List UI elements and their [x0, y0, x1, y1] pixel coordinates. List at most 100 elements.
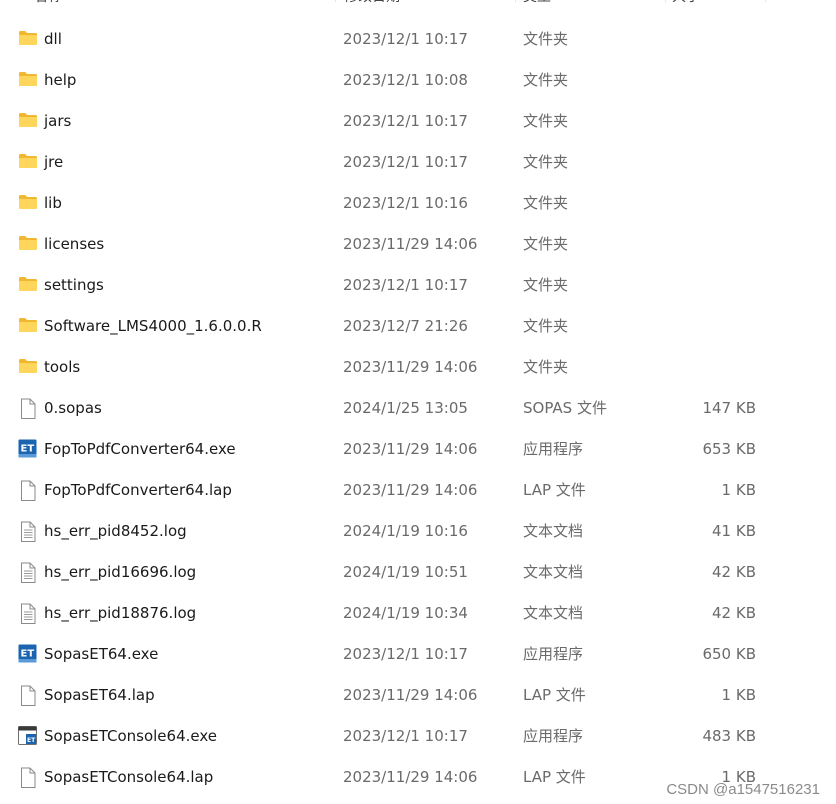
file-name: lib — [44, 194, 62, 212]
file-size: 42 KB — [712, 563, 756, 581]
file-type: LAP 文件 — [523, 686, 586, 704]
file-name: licenses — [44, 235, 105, 253]
file-name: tools — [44, 358, 81, 376]
file-icon — [18, 470, 38, 511]
file-icon — [18, 757, 38, 798]
file-modified-date: 2023/11/29 14:06 — [343, 440, 478, 458]
file-name: SopasETConsole64.lap — [44, 768, 214, 786]
folder-icon — [18, 306, 38, 347]
file-name: SopasETConsole64.exe — [44, 727, 217, 745]
text-file-icon — [18, 511, 38, 552]
folder-icon — [18, 19, 38, 60]
file-modified-date: 2024/1/19 10:51 — [343, 563, 468, 581]
watermark: CSDN @a1547516231 — [666, 781, 820, 798]
text-file-icon — [18, 552, 38, 593]
file-name: hs_err_pid16696.log — [44, 563, 197, 581]
file-row[interactable]: ET FopToPdfConverter64.exe 2023/11/29 14:0… — [0, 429, 836, 470]
file-row[interactable]: FopToPdfConverter64.lap 2023/11/29 14:06 L… — [0, 470, 836, 511]
file-size: 1 KB — [721, 481, 756, 499]
file-type: LAP 文件 — [523, 768, 586, 786]
file-row[interactable]: hs_err_pid8452.log 2024/1/19 10:16 文本文档 41 … — [0, 511, 836, 552]
file-type: 文本文档 — [523, 604, 584, 622]
file-type: 应用程序 — [523, 727, 584, 745]
file-type: SOPAS 文件 — [523, 399, 607, 417]
file-row[interactable]: ET SopasETConsole64.exe 2023/12/1 10:17 应用程… — [0, 716, 836, 757]
file-modified-date: 2023/12/1 10:08 — [343, 71, 468, 89]
file-modified-date: 2023/12/1 10:17 — [343, 276, 468, 294]
file-row[interactable]: hs_err_pid16696.log 2024/1/19 10:51 文本文档 42… — [0, 552, 836, 593]
file-type: 文件夹 — [523, 112, 569, 130]
file-modified-date: 2023/12/1 10:17 — [343, 153, 468, 171]
file-row[interactable]: ET SopasET64.exe 2023/12/1 10:17 应用程序 650 KB — [0, 634, 836, 675]
file-modified-date: 2024/1/19 10:16 — [343, 522, 468, 540]
folder-icon — [18, 183, 38, 224]
file-row[interactable]: 0.sopas 2024/1/25 13:05 SOPAS 文件 147 KB — [0, 388, 836, 429]
file-size: 650 KB — [702, 645, 756, 663]
file-type: 应用程序 — [523, 645, 584, 663]
svg-text:ET: ET — [21, 649, 35, 660]
file-type: 文件夹 — [523, 71, 569, 89]
file-type: 文件夹 — [523, 317, 569, 335]
file-modified-date: 2023/11/29 14:06 — [343, 481, 478, 499]
file-modified-date: 2023/12/7 21:26 — [343, 317, 468, 335]
folder-icon — [18, 142, 38, 183]
column-divider[interactable] — [665, 0, 666, 2]
file-row[interactable]: hs_err_pid18876.log 2024/1/19 10:34 文本文档 42… — [0, 593, 836, 634]
svg-text:ET: ET — [21, 444, 35, 455]
file-modified-date: 2023/11/29 14:06 — [343, 768, 478, 786]
file-icon — [18, 388, 38, 429]
file-modified-date: 2023/12/1 10:17 — [343, 645, 468, 663]
console-app-icon: ET — [18, 716, 38, 757]
folder-icon — [18, 347, 38, 388]
file-modified-date: 2023/11/29 14:06 — [343, 235, 478, 253]
file-type: 文件夹 — [523, 276, 569, 294]
file-type: 文本文档 — [523, 563, 584, 581]
text-file-icon — [18, 593, 38, 634]
column-divider[interactable] — [765, 0, 766, 2]
file-size: 1 KB — [721, 686, 756, 704]
file-size: 483 KB — [702, 727, 756, 745]
file-row[interactable]: jre 2023/12/1 10:17 文件夹 — [0, 142, 836, 183]
column-divider[interactable] — [335, 0, 336, 2]
file-row[interactable]: tools 2023/11/29 14:06 文件夹 — [0, 347, 836, 388]
file-row[interactable]: SopasET64.lap 2023/11/29 14:06 LAP 文件 1 KB — [0, 675, 836, 716]
file-size: 147 KB — [702, 399, 756, 417]
column-modified-header[interactable]: 修改日期 — [344, 0, 400, 12]
file-modified-date: 2024/1/25 13:05 — [343, 399, 468, 417]
folder-icon — [18, 60, 38, 101]
file-row[interactable]: jars 2023/12/1 10:17 文件夹 — [0, 101, 836, 142]
file-name: FopToPdfConverter64.exe — [44, 440, 236, 458]
column-header: 名称 修改日期 类型 大小 — [0, 0, 836, 12]
file-name: SopasET64.exe — [44, 645, 159, 663]
file-name: SopasET64.lap — [44, 686, 155, 704]
file-row[interactable]: dll 2023/12/1 10:17 文件夹 — [0, 19, 836, 60]
file-size: 41 KB — [712, 522, 756, 540]
column-type-header[interactable]: 类型 — [523, 0, 551, 12]
column-name-header[interactable]: 名称 — [34, 0, 62, 12]
file-size: 653 KB — [702, 440, 756, 458]
folder-icon — [18, 265, 38, 306]
file-type: 文件夹 — [523, 358, 569, 376]
file-modified-date: 2023/12/1 10:17 — [343, 727, 468, 745]
file-name: Software_LMS4000_1.6.0.0.R — [44, 317, 262, 335]
file-type: 文件夹 — [523, 30, 569, 48]
file-type: 文件夹 — [523, 235, 569, 253]
file-name: FopToPdfConverter64.lap — [44, 481, 232, 499]
file-type: 文件夹 — [523, 153, 569, 171]
et-app-icon: ET — [18, 634, 38, 675]
folder-icon — [18, 101, 38, 142]
file-type: 文本文档 — [523, 522, 584, 540]
file-modified-date: 2023/11/29 14:06 — [343, 686, 478, 704]
file-row[interactable]: lib 2023/12/1 10:16 文件夹 — [0, 183, 836, 224]
file-name: hs_err_pid8452.log — [44, 522, 187, 540]
file-type: 应用程序 — [523, 440, 584, 458]
file-name: 0.sopas — [44, 399, 102, 417]
column-divider[interactable] — [515, 0, 516, 2]
column-size-header[interactable]: 大小 — [672, 0, 700, 12]
file-row[interactable]: licenses 2023/11/29 14:06 文件夹 — [0, 224, 836, 265]
file-row[interactable]: Software_LMS4000_1.6.0.0.R 2023/12/7 21:2… — [0, 306, 836, 347]
file-modified-date: 2023/12/1 10:17 — [343, 112, 468, 130]
file-name: hs_err_pid18876.log — [44, 604, 197, 622]
file-row[interactable]: settings 2023/12/1 10:17 文件夹 — [0, 265, 836, 306]
file-row[interactable]: help 2023/12/1 10:08 文件夹 — [0, 60, 836, 101]
